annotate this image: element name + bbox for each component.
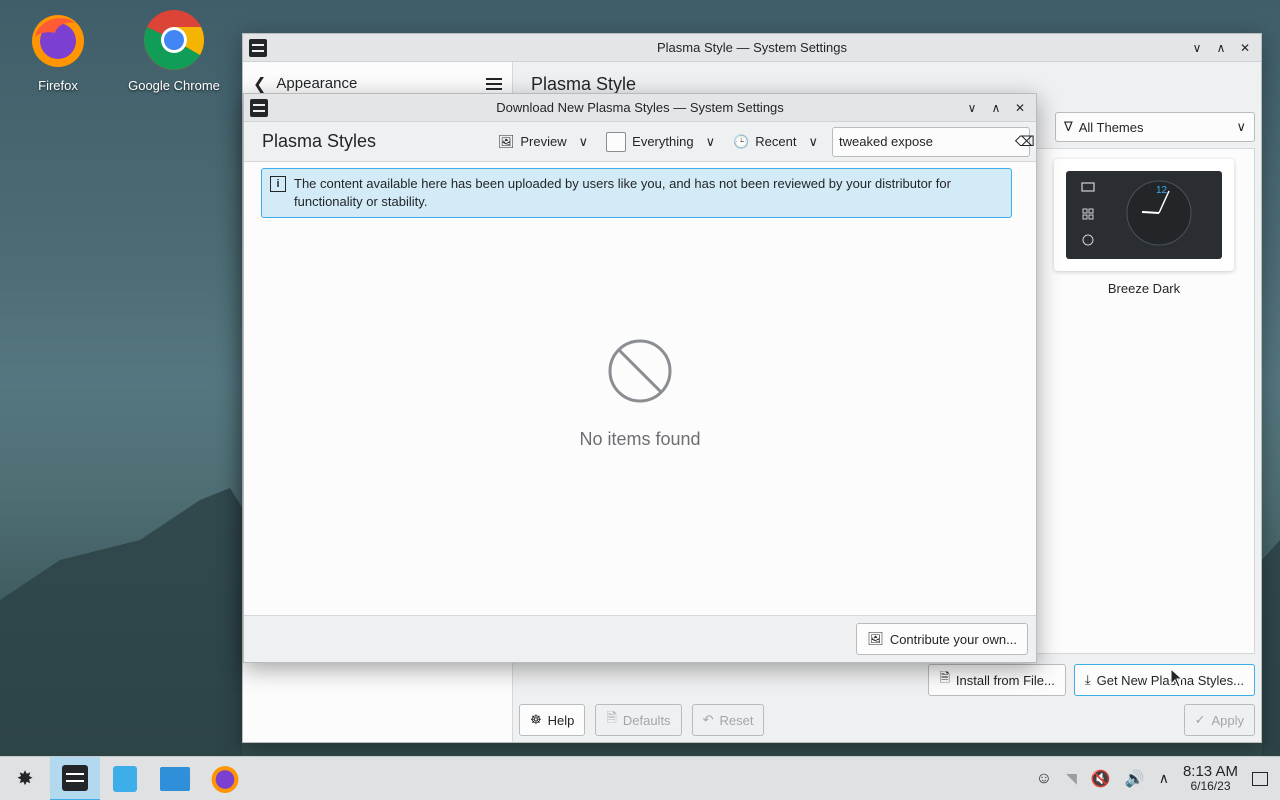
taskbar-dolphin[interactable]	[150, 757, 200, 800]
window-title: Plasma Style — System Settings	[656, 40, 847, 55]
minimize-icon[interactable]: ∨	[962, 98, 982, 118]
clear-search-icon[interactable]: ⌫	[1015, 133, 1035, 150]
clock-preview-icon: 12	[1081, 180, 1192, 246]
filter-label: All Themes	[1078, 119, 1144, 135]
system-settings-icon	[249, 38, 267, 57]
show-desktop-icon[interactable]	[1252, 771, 1268, 786]
install-from-file-button[interactable]: 🗎 Install from File...	[928, 664, 1066, 696]
info-icon: i	[270, 176, 286, 192]
reset-label: Reset	[719, 712, 754, 728]
theme-card-breeze-dark[interactable]: 12 Breeze Dark	[1054, 159, 1234, 296]
empty-message: No items found	[579, 429, 701, 449]
desktop-icon-firefox[interactable]: Firefox	[3, 8, 113, 93]
close-icon[interactable]: ✕	[1235, 38, 1255, 58]
tray-expand-icon[interactable]: ∧	[1159, 770, 1169, 787]
clock-icon: 🕒	[733, 133, 750, 149]
info-message: The content available here has been uplo…	[294, 176, 951, 209]
download-icon: ⤓	[1084, 672, 1091, 687]
recent-label: Recent	[755, 134, 797, 149]
system-tray: ☺ ◥ 🔇 🔊 ∧ 8:13 AM 6/16/23	[1036, 762, 1280, 793]
chevron-down-icon: ∨	[1236, 119, 1246, 134]
launcher-icon: ✸	[16, 768, 34, 790]
get-new-plasma-styles-button[interactable]: ⤓ Get New Plasma Styles...	[1073, 664, 1255, 696]
mouse-cursor-icon	[1170, 668, 1184, 688]
dialog-titlebar[interactable]: Download New Plasma Styles — System Sett…	[244, 94, 1036, 122]
dialog-content: i The content available here has been up…	[244, 162, 1036, 615]
dialog-heading: Plasma Styles	[262, 131, 377, 151]
clock-date: 6/16/23	[1190, 778, 1231, 793]
chevron-down-icon: ∨	[578, 133, 589, 149]
close-icon[interactable]: ✕	[1010, 98, 1030, 118]
contribute-label: Contribute your own...	[889, 631, 1017, 647]
search-input[interactable]	[839, 134, 1015, 149]
sort-order-dropdown[interactable]: 🕒 Recent ∨	[733, 134, 818, 150]
theme-preview: 12	[1054, 159, 1234, 271]
firefox-icon	[211, 765, 239, 793]
user-icon[interactable]: ☺	[1036, 770, 1052, 788]
dialog-title: Download New Plasma Styles — System Sett…	[496, 100, 784, 115]
discover-store-icon	[113, 765, 137, 792]
file-icon: 🗎	[939, 670, 950, 685]
reset-button[interactable]: ↶ Reset	[691, 704, 765, 736]
network-icon[interactable]: ◥	[1066, 770, 1077, 787]
taskbar: ✸ ☺ ◥ 🔇 🔊 ∧ 8:13 AM 6/16/23	[0, 756, 1280, 800]
apply-label: Apply	[1211, 712, 1244, 728]
defaults-label: Defaults	[622, 712, 671, 728]
system-settings-icon	[62, 764, 88, 791]
install-from-file-label: Install from File...	[955, 672, 1055, 688]
filter-icon: ∇	[1064, 119, 1073, 134]
taskbar-discover[interactable]	[100, 757, 150, 800]
help-icon: ☸	[530, 712, 542, 727]
clock[interactable]: 8:13 AM 6/16/23	[1182, 762, 1238, 793]
main-titlebar[interactable]: Plasma Style — System Settings ∨ ∧ ✕	[243, 34, 1261, 62]
defaults-icon: 🗎	[606, 710, 617, 725]
desktop-icon-label: Firefox	[38, 78, 78, 93]
contribute-button[interactable]: 🖼 Contribute your own...	[856, 623, 1028, 655]
help-label: Help	[547, 712, 575, 728]
chrome-icon	[142, 8, 206, 72]
download-plasma-styles-dialog: Download New Plasma Styles — System Sett…	[243, 93, 1037, 663]
taskbar-firefox[interactable]	[200, 757, 250, 800]
theme-filter-select[interactable]: ∇ All Themes ∨	[1055, 112, 1255, 142]
category-filter-dropdown[interactable]: Everything ∨	[606, 131, 716, 152]
dialog-toolbar: Plasma Styles 🖼 Preview ∨ Everything ∨ 🕒…	[244, 122, 1036, 162]
preview-label: Preview	[520, 134, 567, 149]
preview-view-dropdown[interactable]: 🖼 Preview ∨	[498, 134, 588, 150]
application-launcher-button[interactable]: ✸	[0, 757, 50, 800]
taskbar-system-settings[interactable]	[50, 756, 100, 800]
maximize-icon[interactable]: ∧	[1211, 38, 1231, 58]
image-icon: 🖼	[497, 133, 515, 149]
image-add-icon: 🖼	[867, 631, 884, 646]
dialog-footer: 🖼 Contribute your own...	[244, 615, 1036, 662]
minimize-icon[interactable]: ∨	[1187, 38, 1207, 58]
folder-icon	[160, 766, 190, 791]
volume-icon[interactable]: 🔊	[1125, 769, 1145, 789]
hamburger-menu-icon[interactable]	[486, 77, 502, 90]
mute-icon[interactable]: 🔇	[1091, 769, 1111, 789]
svg-text:12: 12	[1156, 185, 1168, 196]
search-field[interactable]: ⌫	[832, 126, 1035, 157]
sidebar-back-label[interactable]: Appearance	[276, 75, 357, 92]
firefox-icon	[26, 8, 90, 72]
checkmark-icon: ✓	[1194, 712, 1206, 727]
no-entry-icon	[608, 339, 672, 403]
everything-checkbox[interactable]	[606, 131, 627, 152]
info-message-bar: i The content available here has been up…	[261, 168, 1012, 218]
undo-icon: ↶	[702, 712, 714, 727]
maximize-icon[interactable]: ∧	[986, 98, 1006, 118]
help-button[interactable]: ☸ Help	[519, 704, 586, 736]
chevron-down-icon: ∨	[705, 133, 716, 149]
clock-time: 8:13 AM	[1182, 762, 1238, 780]
desktop-icon-google-chrome[interactable]: Google Chrome	[119, 8, 229, 93]
desktop-icon-label: Google Chrome	[128, 78, 220, 93]
empty-state: No items found	[244, 338, 1036, 450]
back-arrow-icon[interactable]: ❮	[253, 74, 266, 94]
defaults-button[interactable]: 🗎 Defaults	[595, 704, 682, 736]
chevron-down-icon: ∨	[808, 133, 818, 149]
apply-button[interactable]: ✓ Apply	[1183, 704, 1255, 736]
system-settings-icon	[250, 98, 268, 117]
everything-label: Everything	[632, 134, 694, 149]
theme-name: Breeze Dark	[1107, 281, 1181, 296]
